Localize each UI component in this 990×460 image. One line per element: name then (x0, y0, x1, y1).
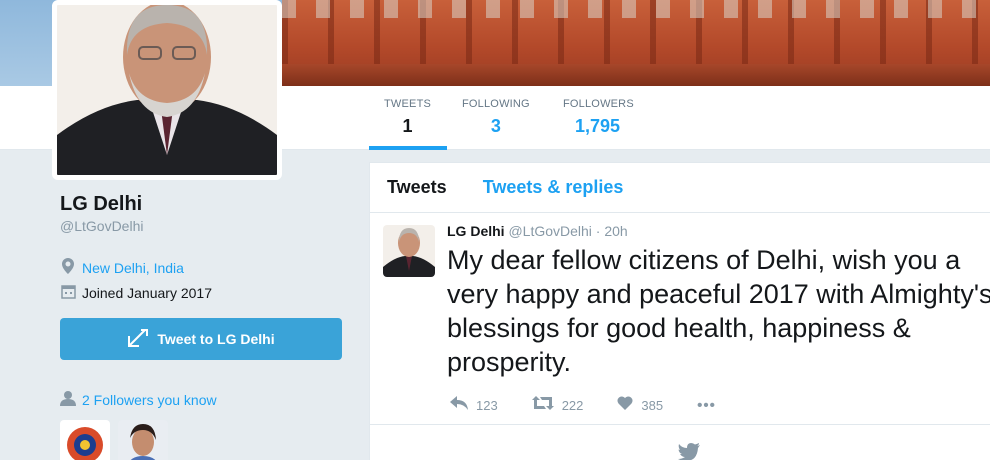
following-stat-label: FOLLOWING (462, 98, 530, 110)
like-action[interactable]: 385 (617, 395, 663, 415)
tweet-item[interactable]: LG Delhi @LtGovDelhi · 20h My dear fello… (370, 213, 990, 425)
follower-avatar-1[interactable] (60, 420, 110, 460)
retweet-icon (531, 395, 554, 415)
map-pin-icon (60, 258, 76, 277)
more-action[interactable]: ••• (697, 397, 716, 414)
profile-name[interactable]: LG Delhi (60, 193, 142, 216)
heart-icon (617, 395, 633, 415)
joined-text: Joined January 2017 (82, 285, 212, 301)
followers-you-know-text[interactable]: 2 Followers you know (82, 392, 217, 408)
location-text[interactable]: New Delhi, India (82, 260, 184, 276)
timeline-tabs: Tweets Tweets & replies (370, 163, 990, 213)
timeline: Tweets Tweets & replies LG Delhi @LtGovD… (369, 162, 990, 460)
bird-icon (678, 443, 700, 460)
following-stat-value: 3 (490, 116, 501, 136)
tweets-stat[interactable]: TWEETS 1 (384, 98, 431, 137)
followers-you-know[interactable]: 2 Followers you know (60, 390, 217, 409)
followers-stat-label: FOLLOWERS (563, 98, 634, 110)
tab-tweets-replies[interactable]: Tweets & replies (483, 177, 624, 198)
tweet-actions: 123 222 385 ••• (450, 395, 750, 415)
follower-avatar-2[interactable] (118, 420, 168, 460)
retweet-action[interactable]: 222 (531, 395, 584, 415)
profile-avatar[interactable] (52, 0, 282, 180)
tab-tweets[interactable]: Tweets (387, 177, 447, 198)
quill-icon (127, 328, 149, 351)
tweets-stat-label: TWEETS (384, 98, 432, 110)
profile-location[interactable]: New Delhi, India (60, 258, 184, 277)
reply-icon (450, 395, 468, 415)
profile-handle[interactable]: @LtGovDelhi (60, 218, 143, 234)
tweets-stat-value: 1 (402, 116, 413, 136)
tweet-text: My dear fellow citizens of Delhi, wish y… (447, 245, 990, 377)
retweet-count: 222 (561, 397, 584, 413)
header-banner-image (282, 0, 990, 86)
calendar-icon (60, 284, 76, 302)
person-icon (60, 390, 76, 409)
profile-joined: Joined January 2017 (60, 284, 212, 302)
following-stat[interactable]: FOLLOWING 3 (462, 98, 530, 137)
more-dots-icon: ••• (697, 396, 716, 414)
tweet-to-label: Tweet to LG Delhi (157, 331, 275, 347)
tweet-author-name[interactable]: LG Delhi (447, 223, 505, 239)
active-stat-underline (369, 146, 447, 150)
reply-count: 123 (476, 397, 498, 413)
tweet-avatar[interactable] (383, 225, 435, 277)
tweet-header: LG Delhi @LtGovDelhi · 20h (447, 223, 628, 239)
like-count: 385 (641, 397, 664, 413)
followers-stat[interactable]: FOLLOWERS 1,795 (563, 98, 634, 137)
tweet-handle-time[interactable]: @LtGovDelhi · 20h (508, 223, 627, 239)
reply-action[interactable]: 123 (450, 395, 498, 415)
followers-stat-value: 1,795 (575, 116, 621, 136)
tweet-to-button[interactable]: Tweet to LG Delhi (60, 318, 342, 360)
